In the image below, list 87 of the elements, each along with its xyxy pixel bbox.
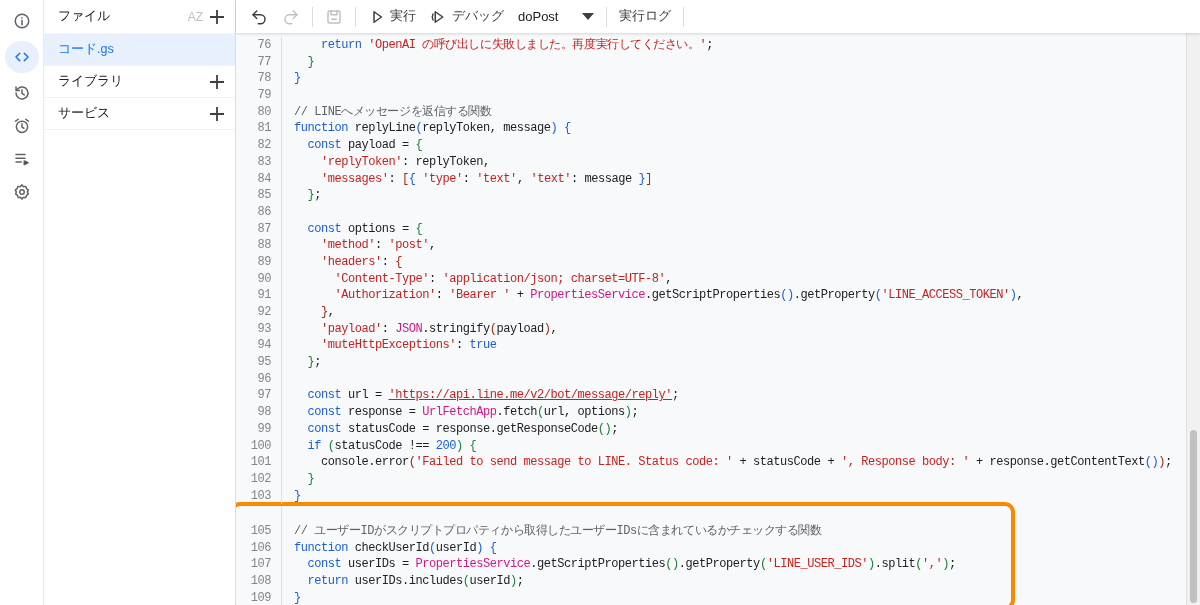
line-number: 97: [236, 387, 282, 405]
code-line: return userIDs.includes(userId);: [306, 573, 524, 590]
code-line: };: [306, 354, 322, 371]
code-line: }: [293, 70, 301, 88]
code-line: if (statusCode !== 200) {: [306, 437, 477, 455]
line-number: 108: [236, 573, 282, 590]
line-number: 103: [236, 487, 282, 505]
history-icon: [12, 84, 31, 102]
add-icon: [209, 73, 225, 90]
line-number: 99: [236, 420, 282, 438]
line-number: 95: [236, 354, 282, 371]
code-line: }: [306, 470, 315, 488]
line-number: 86: [236, 203, 282, 221]
code-line: };: [306, 187, 322, 204]
line-number: 93: [236, 320, 282, 338]
line-number: 81: [236, 120, 282, 138]
code-line: 'replyToken': replyToken,: [320, 153, 490, 171]
code-line: 'muteHttpExceptions': true: [320, 337, 497, 355]
code-line: 'payload': JSON.stringify(payload),: [320, 320, 558, 338]
code-line: }: [306, 53, 315, 71]
code-line: return 'OpenAI の呼び出しに失敗しました。再度実行してください。';: [320, 37, 713, 54]
line-number: 85: [236, 187, 282, 204]
files-title: ファイル: [58, 8, 111, 26]
line-number: 94: [236, 337, 282, 355]
line-number: 105: [236, 522, 282, 540]
redo-icon: [282, 7, 300, 26]
run-button[interactable]: 実行: [362, 3, 422, 30]
code-line: },: [320, 304, 335, 321]
line-number: 82: [236, 137, 282, 154]
code-line: const payload = {: [306, 137, 423, 154]
line-number: 90: [236, 270, 282, 288]
code-line: const userIDs = PropertiesService.getScriptProperties().getProperty('LINE_USER_IDS').split(',');: [306, 556, 956, 573]
line-number: 79: [236, 87, 282, 104]
code-line: const statusCode = response.getResponseCode();: [306, 420, 619, 438]
code-line: }: [293, 487, 301, 505]
code-line: }: [293, 589, 301, 605]
add-file-button[interactable]: [207, 8, 227, 25]
add-button[interactable]: [207, 105, 227, 122]
code-line: 'messages': [{ 'type': 'text', 'text': message }]: [320, 170, 652, 188]
code-line: 'Content-Type': 'application/json; charset=UTF-8',: [333, 270, 673, 288]
debug-button[interactable]: デバッグ: [424, 3, 510, 30]
line-number: 107: [236, 556, 282, 573]
line-number: 100: [236, 437, 282, 455]
settings-icon: [12, 183, 31, 201]
line-number: 98: [236, 404, 282, 421]
line-number: 77: [236, 53, 282, 71]
code-line: 'Authorization': 'Bearer ' + PropertiesService.getScriptProperties().getProperty('LINE_ACCESS_TOKEN'),: [333, 287, 1024, 304]
line-number: 76: [236, 37, 282, 54]
line-number: 87: [236, 220, 282, 238]
function-select[interactable]: doPost: [512, 4, 601, 29]
add-button[interactable]: [207, 73, 227, 90]
code-line: function replyLine(replyToken, message) {: [293, 120, 571, 138]
line-number: 89: [236, 253, 282, 271]
line-number: 102: [236, 470, 282, 488]
undo-icon: [250, 7, 268, 26]
line-number: 78: [236, 70, 282, 88]
line-number: 106: [236, 539, 282, 557]
line-number: 91: [236, 287, 282, 304]
line-number: 84: [236, 170, 282, 188]
section-title: ライブラリ: [58, 73, 124, 91]
file-item[interactable]: コード.gs: [44, 34, 235, 65]
code-line: const response = UrlFetchApp.fetch(url, options);: [306, 404, 639, 421]
code-line: const url = 'https://api.line.me/v2/bot/message/reply';: [306, 387, 679, 405]
code-line: 'headers': {: [320, 253, 403, 271]
add-icon: [209, 8, 225, 25]
section-title: サービス: [58, 105, 111, 123]
code-line: const options = {: [306, 220, 423, 238]
save-icon: [325, 7, 343, 26]
alarm-clock-icon: [12, 117, 31, 135]
caret-icon: [582, 13, 595, 20]
line-number: 92: [236, 304, 282, 321]
code-line: 'method': 'post',: [320, 237, 436, 254]
code-line: // ユーザーIDがスクリプトプロパティから取得したユーザーIDsに含まれているかチェックする関数: [293, 522, 822, 540]
line-number: 80: [236, 103, 282, 121]
line-number: 101: [236, 454, 282, 471]
code-line: console.error('Failed to send message to LINE. Status code: ' + statusCode + ', Response body: ' + response.getContentText());: [320, 454, 1172, 471]
code-line: function checkUserId(userId) {: [293, 539, 497, 557]
line-number: 96: [236, 370, 282, 388]
add-icon: [209, 105, 225, 122]
line-number: 109: [236, 589, 282, 605]
log-button[interactable]: 実行ログ: [613, 3, 678, 30]
line-number: 83: [236, 153, 282, 171]
code-line: // LINEへメッセージを返信する関数: [293, 103, 492, 121]
scrollbar-thumb[interactable]: [1190, 430, 1197, 603]
info-icon: [12, 12, 31, 30]
scrollbar[interactable]: [1186, 33, 1200, 605]
line-number: 88: [236, 237, 282, 254]
